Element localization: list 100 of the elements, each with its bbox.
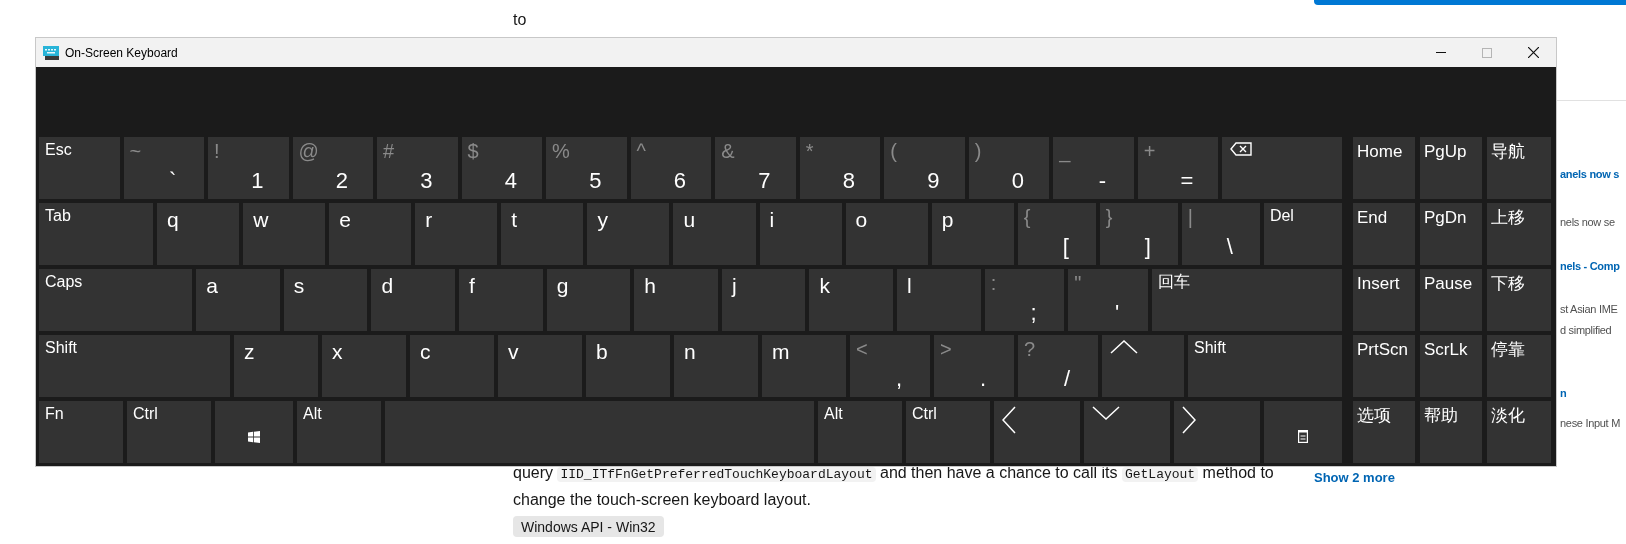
- left-arrow-key[interactable]: [994, 401, 1080, 463]
- key[interactable]: < ,: [850, 335, 930, 397]
- windows-icon: [248, 431, 260, 443]
- key[interactable]: ScrLk: [1420, 335, 1482, 397]
- windows-key[interactable]: [215, 401, 293, 463]
- space-bar[interactable]: [385, 401, 814, 463]
- key[interactable]: * 8: [799, 137, 881, 199]
- key[interactable]: PgUp: [1420, 137, 1482, 199]
- chevron-up-icon: [1110, 340, 1138, 354]
- key[interactable]: s: [283, 269, 368, 331]
- key[interactable]: d: [371, 269, 456, 331]
- key[interactable]: 停靠: [1487, 335, 1551, 397]
- key[interactable]: n: [674, 335, 758, 397]
- key[interactable]: @ 2: [292, 137, 374, 199]
- key[interactable]: ! 1: [208, 137, 289, 199]
- key[interactable]: k: [809, 269, 894, 331]
- key[interactable]: z: [234, 335, 318, 397]
- show-more-link[interactable]: Show 2 more: [1314, 468, 1395, 488]
- related-text: nels now se: [1560, 215, 1615, 230]
- related-text: st Asian IME: [1560, 302, 1618, 317]
- key[interactable]: x: [322, 335, 406, 397]
- key[interactable]: PgDn: [1420, 203, 1482, 265]
- key[interactable]: } ]: [1099, 203, 1178, 265]
- key[interactable]: 上移: [1487, 203, 1551, 265]
- key[interactable]: l: [897, 269, 981, 331]
- key[interactable]: Home: [1353, 137, 1415, 199]
- key[interactable]: ^ 6: [630, 137, 712, 199]
- key[interactable]: % 5: [546, 137, 627, 199]
- key[interactable]: & 7: [715, 137, 796, 199]
- key[interactable]: p: [931, 203, 1014, 265]
- key[interactable]: f: [459, 269, 543, 331]
- backspace-key[interactable]: [1222, 137, 1342, 199]
- related-link[interactable]: n: [1560, 384, 1567, 402]
- key[interactable]: m: [762, 335, 846, 397]
- key[interactable]: # 3: [377, 137, 458, 199]
- key[interactable]: 导航: [1487, 137, 1551, 199]
- key[interactable]: u: [673, 203, 756, 265]
- key[interactable]: 帮助: [1420, 401, 1482, 463]
- key[interactable]: Esc: [39, 137, 120, 199]
- key[interactable]: ( 9: [884, 137, 965, 199]
- key[interactable]: Caps: [39, 269, 193, 331]
- key[interactable]: Tab: [39, 203, 154, 265]
- key[interactable]: Alt: [297, 401, 381, 463]
- key[interactable]: " ': [1068, 269, 1148, 331]
- chevron-right-icon: [1182, 406, 1196, 434]
- key[interactable]: Fn: [39, 401, 123, 463]
- key[interactable]: q: [157, 203, 240, 265]
- key[interactable]: Ctrl: [127, 401, 211, 463]
- menu-key[interactable]: [1264, 401, 1342, 463]
- key[interactable]: v: [498, 335, 582, 397]
- key[interactable]: 淡化: [1487, 401, 1551, 463]
- key[interactable]: Del: [1263, 203, 1342, 265]
- key[interactable]: y: [587, 203, 670, 265]
- right-arrow-key[interactable]: [1174, 401, 1260, 463]
- related-text: d simplified: [1560, 323, 1612, 338]
- minimize-icon: [1436, 52, 1446, 53]
- key[interactable]: g: [546, 269, 631, 331]
- key[interactable]: 回车: [1151, 269, 1342, 331]
- key[interactable]: > .: [934, 335, 1014, 397]
- key[interactable]: c: [410, 335, 494, 397]
- key[interactable]: | \: [1181, 203, 1260, 265]
- chevron-down-icon: [1092, 406, 1120, 420]
- key[interactable]: Ctrl: [906, 401, 990, 463]
- key[interactable]: { [: [1017, 203, 1096, 265]
- menu-icon: [1298, 429, 1308, 443]
- tag[interactable]: Windows API - Win32: [513, 516, 664, 537]
- key[interactable]: j: [721, 269, 806, 331]
- key[interactable]: End: [1353, 203, 1415, 265]
- key[interactable]: ? /: [1018, 335, 1098, 397]
- key[interactable]: PrtScn: [1353, 335, 1415, 397]
- key[interactable]: Insert: [1353, 269, 1415, 331]
- key[interactable]: w: [243, 203, 326, 265]
- key[interactable]: Alt: [818, 401, 902, 463]
- key[interactable]: 选项: [1353, 401, 1415, 463]
- key[interactable]: ~ `: [123, 137, 205, 199]
- key[interactable]: Shift: [39, 335, 230, 397]
- related-text: nese Input M: [1560, 416, 1620, 431]
- key[interactable]: Pause: [1420, 269, 1482, 331]
- close-icon: [1527, 47, 1539, 58]
- body-text: to: [513, 10, 528, 30]
- key[interactable]: o: [845, 203, 928, 265]
- related-link[interactable]: anels now s: [1560, 165, 1620, 183]
- key[interactable]: t: [501, 203, 584, 265]
- down-arrow-key[interactable]: [1084, 401, 1170, 463]
- backspace-icon: [1230, 142, 1253, 156]
- key[interactable]: r: [415, 203, 498, 265]
- key[interactable]: h: [634, 269, 718, 331]
- key[interactable]: _ -: [1053, 137, 1134, 199]
- key[interactable]: Shift: [1188, 335, 1342, 397]
- related-link[interactable]: nels - Comp: [1560, 257, 1620, 275]
- key[interactable]: a: [196, 269, 280, 331]
- key[interactable]: + =: [1137, 137, 1219, 199]
- key[interactable]: $ 4: [461, 137, 543, 199]
- key[interactable]: b: [586, 335, 670, 397]
- up-arrow-key[interactable]: [1102, 335, 1184, 397]
- key[interactable]: : ;: [984, 269, 1065, 331]
- key[interactable]: ) 0: [968, 137, 1050, 199]
- key[interactable]: e: [329, 203, 412, 265]
- key[interactable]: i: [759, 203, 842, 265]
- key[interactable]: 下移: [1487, 269, 1551, 331]
